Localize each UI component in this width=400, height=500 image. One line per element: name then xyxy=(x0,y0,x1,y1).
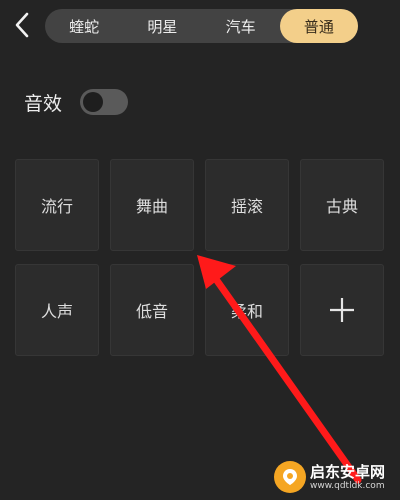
watermark-url: www.qdtldk.com xyxy=(310,480,385,491)
preset-vocal[interactable]: 人声 xyxy=(15,264,99,356)
watermark-title: 启东安卓网 xyxy=(310,462,386,481)
preset-bass[interactable]: 低音 xyxy=(110,264,194,356)
tab-normal[interactable]: 普通 xyxy=(279,9,358,43)
sound-effect-toggle[interactable] xyxy=(80,89,128,115)
category-tabs: 蝰蛇 明星 汽车 普通 xyxy=(45,9,358,43)
chevron-left-icon xyxy=(15,12,29,38)
watermark-logo-icon xyxy=(274,461,306,493)
preset-soft[interactable]: 柔和 xyxy=(205,264,289,356)
tab-car[interactable]: 汽车 xyxy=(202,9,280,43)
add-preset-button[interactable] xyxy=(300,264,384,356)
watermark: 启东安卓网 www.qdtldk.com xyxy=(274,460,385,494)
plus-icon xyxy=(330,298,354,322)
toggle-knob xyxy=(83,92,103,112)
preset-rock[interactable]: 摇滚 xyxy=(205,159,289,251)
sound-effect-label: 音效 xyxy=(24,93,63,115)
preset-pop[interactable]: 流行 xyxy=(15,159,99,251)
preset-classical[interactable]: 古典 xyxy=(300,159,384,251)
back-button[interactable] xyxy=(8,10,36,40)
sound-effect-screen: 蝰蛇 明星 汽车 普通 音效 流行 舞曲 摇滚 古典 人声 低音 柔和 启东安卓… xyxy=(0,0,400,500)
preset-grid: 流行 舞曲 摇滚 古典 人声 低音 柔和 xyxy=(15,159,386,356)
tab-celebrity[interactable]: 明星 xyxy=(123,9,201,43)
tab-viper[interactable]: 蝰蛇 xyxy=(45,9,123,43)
preset-dance[interactable]: 舞曲 xyxy=(110,159,194,251)
